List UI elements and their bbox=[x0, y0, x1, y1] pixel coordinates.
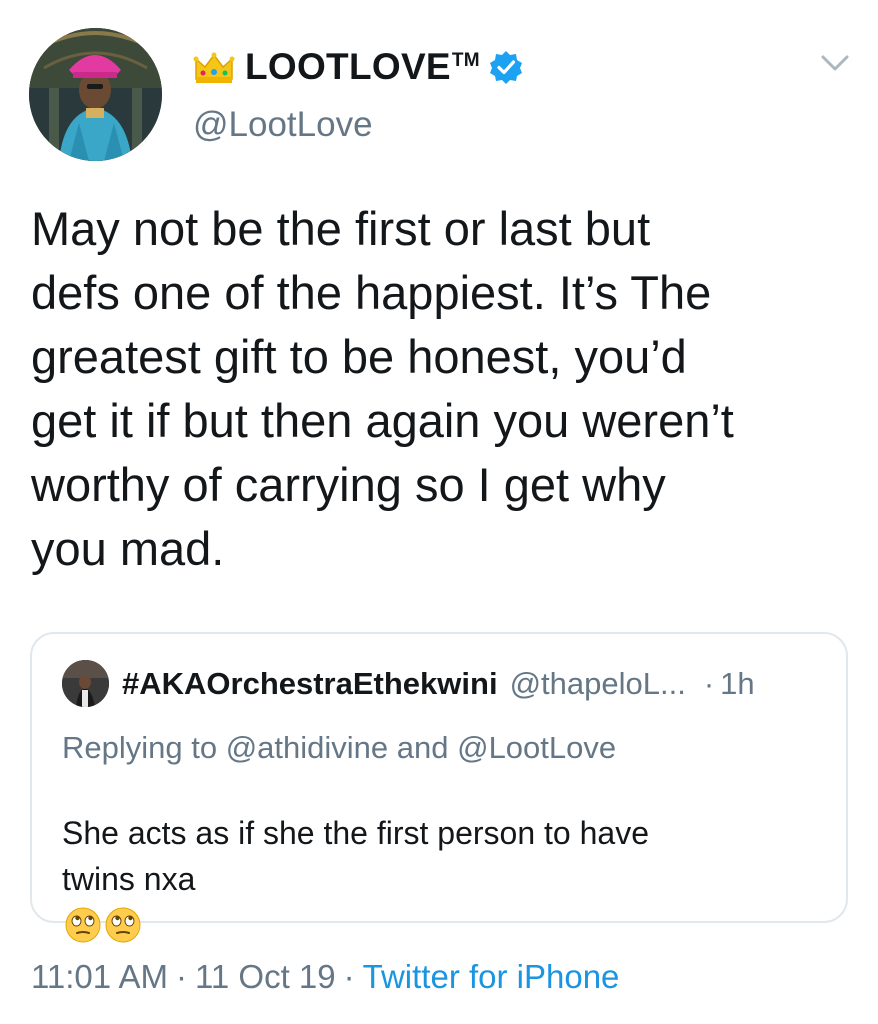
tweet-card: LOOTLOVETM @LootLove May not be the firs… bbox=[0, 0, 878, 1024]
author-handle[interactable]: @LootLove bbox=[193, 105, 373, 145]
quoted-avatar-image bbox=[62, 660, 109, 707]
tweet-text-line: get it if but then again you weren’t bbox=[31, 394, 734, 447]
tweet-text-line: May not be the first or last but bbox=[31, 202, 651, 255]
quoted-tweet[interactable]: #AKAOrchestraEthekwini @thapeloL... · 1h… bbox=[30, 632, 848, 943]
tweet-text-line: defs one of the happiest. It’s The bbox=[31, 266, 712, 319]
quoted-text-line: She acts as if she the first person to h… bbox=[62, 815, 649, 851]
tweet-date[interactable]: 11 Oct 19 bbox=[195, 958, 336, 995]
quoted-author-handle[interactable]: @thapeloL... bbox=[510, 666, 686, 702]
tweet-text-line: you mad. bbox=[31, 522, 225, 575]
author-display-name: LOOTLOVETM bbox=[245, 46, 480, 87]
tweet-text-line: worthy of carrying so I get why bbox=[31, 458, 666, 511]
trademark-symbol: TM bbox=[451, 49, 480, 71]
tweet-text: May not be the first or last but defs on… bbox=[31, 197, 851, 581]
separator-dot: · bbox=[703, 666, 715, 701]
quoted-header: #AKAOrchestraEthekwini @thapeloL... · 1h bbox=[122, 664, 755, 704]
rolling-eyes-emoji-icon bbox=[105, 907, 141, 943]
tweet-source-link[interactable]: Twitter for iPhone bbox=[363, 958, 620, 995]
separator-dot: · bbox=[343, 958, 355, 995]
author-avatar[interactable] bbox=[29, 28, 162, 161]
quoted-text: She acts as if she the first person to h… bbox=[62, 810, 649, 948]
avatar-image bbox=[29, 28, 162, 161]
quoted-timestamp[interactable]: 1h bbox=[720, 666, 754, 702]
separator-dot: · bbox=[175, 958, 187, 995]
tweet-time[interactable]: 11:01 AM bbox=[31, 958, 168, 995]
verified-badge-icon bbox=[489, 51, 522, 84]
quoted-text-line: twins nxa bbox=[62, 856, 649, 948]
tweet-footer: 11:01 AM · 11 Oct 19 · Twitter for iPhone bbox=[31, 958, 619, 996]
author-name-row[interactable]: LOOTLOVETM bbox=[193, 42, 524, 92]
tweet-text-line: greatest gift to be honest, you’d bbox=[31, 330, 687, 383]
crown-icon bbox=[193, 52, 235, 83]
chevron-down-icon[interactable] bbox=[817, 48, 853, 78]
quoted-author-avatar[interactable] bbox=[62, 660, 109, 707]
rolling-eyes-emoji-icon bbox=[65, 907, 101, 943]
replying-to: Replying to @athidivine and @LootLove bbox=[62, 730, 617, 765]
quoted-author-name[interactable]: #AKAOrchestraEthekwini bbox=[122, 666, 498, 702]
